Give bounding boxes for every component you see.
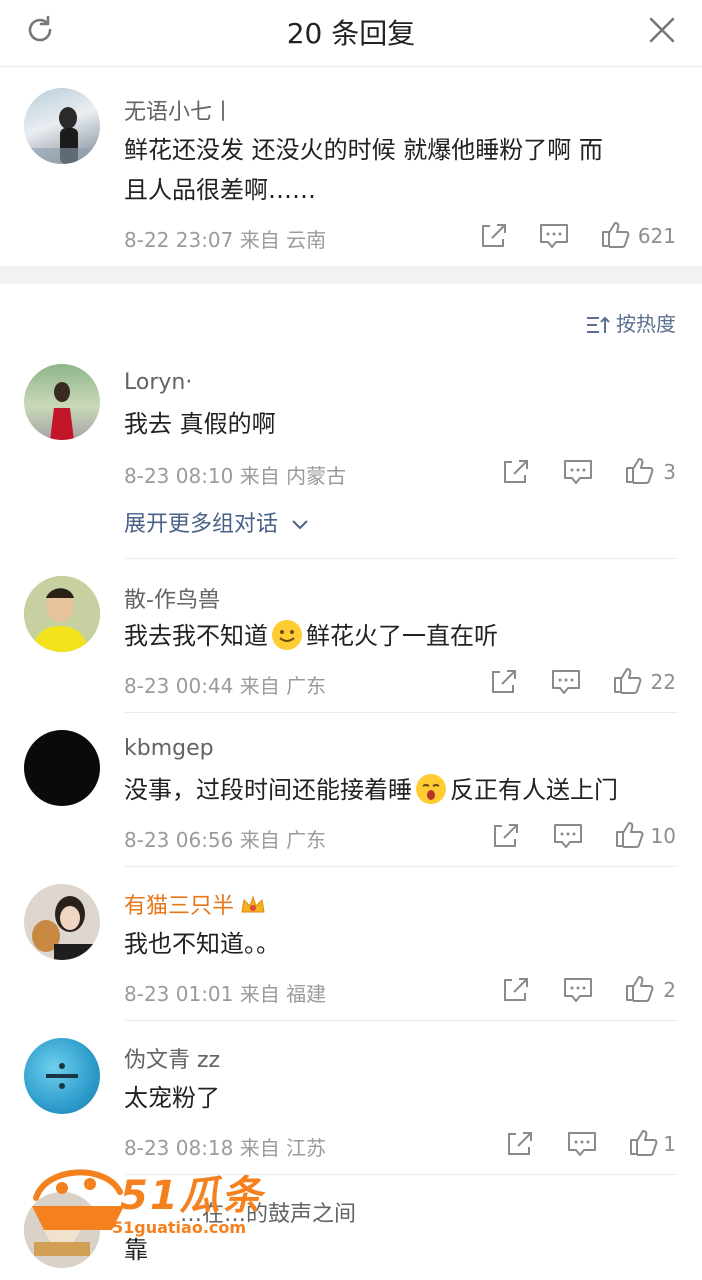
comment-text: 没事，过段时间还能接着睡 反正有人送上门 <box>124 768 618 812</box>
comment-text-part: 鲜花火了一直在听 <box>306 622 498 650</box>
comment-text: 我去 真假的啊 <box>124 410 276 438</box>
divider <box>124 558 678 559</box>
comment-username[interactable]: 无语小七丨 <box>124 94 234 126</box>
comment-icon[interactable] <box>566 1130 598 1158</box>
comment-username[interactable]: 伪文青 zz <box>124 1042 220 1074</box>
avatar[interactable] <box>24 1038 100 1114</box>
like-count: 3 <box>663 460 676 484</box>
comment-text: 太宠粉了 <box>124 1084 220 1112</box>
avatar[interactable] <box>24 364 100 440</box>
share-icon[interactable] <box>478 222 510 250</box>
avatar-photo <box>24 576 100 652</box>
comment-meta: 8-23 08:18 来自 江苏 <box>124 1136 327 1160</box>
watermark-url: 51guatiao.com <box>112 1218 247 1237</box>
avatar-photo <box>24 107 100 164</box>
sort-label: 按热度 <box>616 312 676 336</box>
divider <box>124 866 678 867</box>
avatar[interactable] <box>24 576 100 652</box>
smile-emoji-icon <box>272 620 302 650</box>
expand-label: 展开更多组对话 <box>124 512 279 537</box>
like-count: 621 <box>637 224 676 248</box>
comment-meta: 8-23 00:44 来自 广东 <box>124 674 327 698</box>
divider <box>124 712 678 713</box>
share-icon[interactable] <box>504 1130 536 1158</box>
share-icon[interactable] <box>500 458 532 486</box>
comment-meta: 8-23 01:01 来自 福建 <box>124 982 327 1006</box>
comment-meta: 8-23 06:56 来自 广东 <box>124 828 327 852</box>
divider <box>124 1020 678 1021</box>
expand-more-button[interactable]: 展开更多组对话 <box>124 506 309 538</box>
comment-icon[interactable] <box>538 222 570 250</box>
sort-button[interactable]: 按热度 <box>586 308 676 337</box>
like-count: 2 <box>663 978 676 1002</box>
chevron-down-icon <box>292 520 308 530</box>
avatar-photo <box>46 1063 78 1089</box>
share-icon[interactable] <box>490 822 522 850</box>
comment-text: 且人品很差啊…… <box>124 176 316 204</box>
share-icon[interactable] <box>488 668 520 696</box>
like-count: 22 <box>650 670 676 694</box>
sleepy-emoji-icon <box>416 774 446 804</box>
watermark-brand: 51瓜条 <box>120 1173 264 1219</box>
comment-text: 我也不知道。。 <box>124 930 280 958</box>
like-count: 10 <box>650 824 676 848</box>
like-count: 1 <box>663 1132 676 1156</box>
close-icon[interactable] <box>646 14 678 46</box>
section-divider <box>0 266 702 284</box>
header-bar: 20 条回复 <box>0 0 702 67</box>
comment-meta: 8-22 23:07 来自 云南 <box>124 228 327 252</box>
comment-text: 鲜花还没发 还没火的时候 就爆他睡粉了啊 而 <box>124 136 603 164</box>
comment-text-part: 我去我不知道 <box>124 622 268 650</box>
comment-username[interactable]: kbmgep <box>124 736 214 761</box>
vip-username: 有猫三只半 <box>124 894 235 919</box>
avatar-photo <box>50 382 74 440</box>
comment-icon[interactable] <box>550 668 582 696</box>
comment-username[interactable]: Loryn· <box>124 370 192 395</box>
vip-crown-icon <box>241 895 265 913</box>
avatar[interactable] <box>24 88 100 164</box>
avatar[interactable] <box>24 884 100 960</box>
comment-text: 我去我不知道 鲜花火了一直在听 <box>124 614 498 658</box>
share-icon[interactable] <box>500 976 532 1004</box>
avatar[interactable] <box>24 730 100 806</box>
comment-username[interactable]: 散-作鸟兽 <box>124 582 220 614</box>
comment-text-part: 没事，过段时间还能接着睡 <box>124 776 412 804</box>
comment-icon[interactable] <box>562 458 594 486</box>
comment-icon[interactable] <box>552 822 584 850</box>
avatar-photo <box>32 896 94 960</box>
comment-username[interactable]: 有猫三只半 <box>124 888 266 920</box>
comment-meta: 8-23 08:10 来自 内蒙古 <box>124 464 347 488</box>
sort-icon <box>587 316 610 333</box>
page-title: 20 条回复 <box>286 17 416 50</box>
comment-text-part: 反正有人送上门 <box>450 776 618 804</box>
comment-icon[interactable] <box>562 976 594 1004</box>
